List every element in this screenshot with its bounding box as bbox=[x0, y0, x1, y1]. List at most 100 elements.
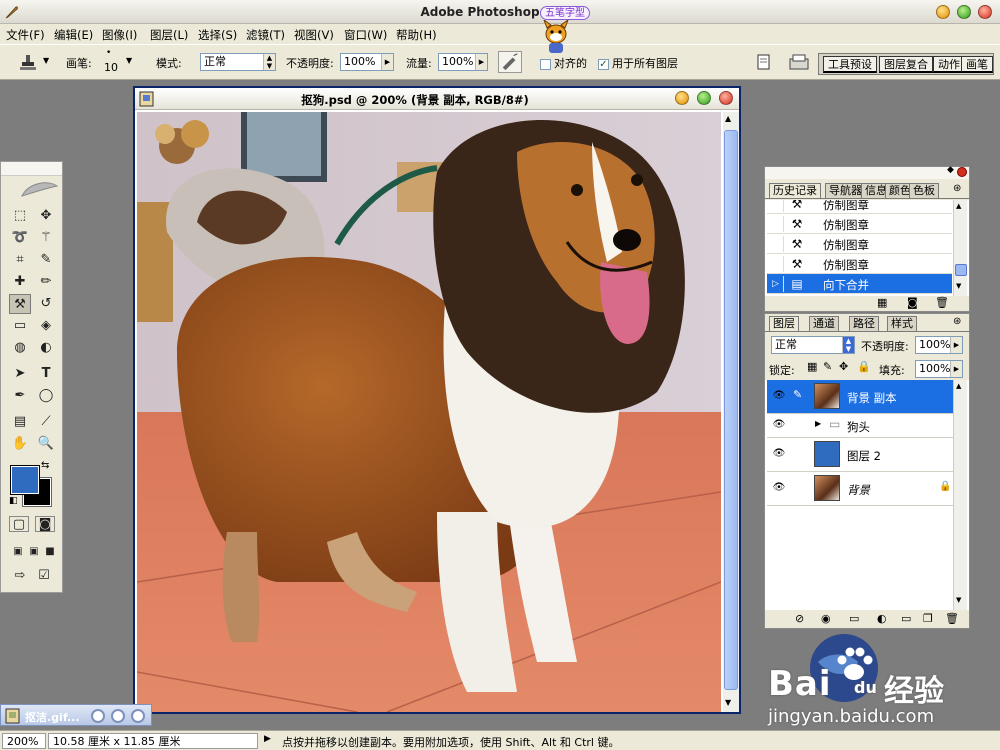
lock-transparency-icon[interactable]: ▦ bbox=[807, 360, 817, 373]
all-layers-checkbox[interactable]: ✓ bbox=[598, 59, 609, 70]
status-menu-arrow-icon[interactable]: ▶ bbox=[264, 734, 271, 744]
minidoc-close-button[interactable] bbox=[131, 709, 145, 723]
clone-stamp-icon[interactable] bbox=[18, 53, 38, 73]
new-group-icon[interactable]: ▭ bbox=[901, 612, 911, 625]
lock-image-icon[interactable]: ✎ bbox=[823, 360, 832, 373]
menu-filter[interactable]: 滤镜(T) bbox=[246, 27, 285, 43]
eye-icon[interactable]: 👁 bbox=[771, 482, 787, 493]
history-item-selected[interactable]: ▷ ▤ 向下合并 bbox=[767, 274, 952, 294]
notes-tool-icon[interactable]: ▤ bbox=[9, 412, 31, 432]
clone-stamp-tool-icon[interactable]: ⚒ bbox=[9, 294, 31, 314]
hand-tool-icon[interactable]: ✋ bbox=[9, 434, 31, 454]
well-tab-brushes[interactable]: 画笔 bbox=[961, 56, 993, 73]
canvas-image[interactable] bbox=[137, 112, 721, 712]
ime-badge[interactable]: 五笔字型 bbox=[540, 6, 590, 20]
toolbox-header[interactable] bbox=[1, 162, 62, 176]
menu-help[interactable]: 帮助(H) bbox=[396, 27, 437, 43]
layers-scroll-up-icon[interactable]: ▲ bbox=[956, 382, 961, 390]
minidoc-minimize-button[interactable] bbox=[91, 709, 105, 723]
history-snapshot-box[interactable] bbox=[768, 216, 784, 232]
delete-state-icon[interactable]: 🗑 bbox=[935, 296, 949, 309]
fill-field[interactable]: 100% ▶ bbox=[915, 360, 963, 378]
layer-row[interactable]: 👁 背景 🔒 bbox=[767, 472, 953, 506]
new-document-from-state-icon[interactable]: ▦ bbox=[877, 296, 887, 309]
standard-mode-icon[interactable]: ▢ bbox=[9, 516, 29, 532]
opacity-arrow-icon[interactable]: ▶ bbox=[381, 54, 393, 70]
history-close-icon[interactable] bbox=[957, 167, 967, 177]
add-layer-style-icon[interactable]: ◉ bbox=[821, 612, 831, 625]
history-scrollbar[interactable]: ▲ ▼ bbox=[953, 200, 967, 296]
history-snapshot-box[interactable] bbox=[768, 200, 784, 212]
eye-icon[interactable]: 👁 bbox=[771, 390, 787, 401]
doc-close-button[interactable] bbox=[719, 91, 733, 105]
doc-maximize-button[interactable] bbox=[697, 91, 711, 105]
type-tool-icon[interactable]: T bbox=[35, 364, 57, 384]
menu-view[interactable]: 视图(V) bbox=[294, 27, 334, 43]
scroll-thumb[interactable] bbox=[724, 130, 738, 690]
add-mask-icon[interactable]: ▭ bbox=[849, 612, 859, 625]
layer-name[interactable]: 背景 副本 bbox=[847, 390, 897, 406]
tab-styles[interactable]: 样式 bbox=[887, 316, 917, 331]
layers-scroll-down-icon[interactable]: ▼ bbox=[956, 596, 961, 604]
menu-select[interactable]: 选择(S) bbox=[198, 27, 237, 43]
maximize-button[interactable] bbox=[957, 5, 971, 19]
imageready-check-icon[interactable]: ☑ bbox=[33, 566, 55, 586]
layer-opacity-arrow-icon[interactable]: ▶ bbox=[950, 337, 962, 353]
tab-history[interactable]: 历史记录 bbox=[769, 183, 821, 198]
lock-all-icon[interactable]: 🔒 bbox=[857, 360, 871, 373]
close-button[interactable] bbox=[978, 5, 992, 19]
history-scroll-down-icon[interactable]: ▼ bbox=[956, 282, 961, 290]
tool-preset-arrow-icon[interactable]: ▼ bbox=[43, 56, 49, 65]
slice-tool-icon[interactable]: ✎ bbox=[35, 250, 57, 270]
history-item[interactable]: ⚒ 仿制图章 bbox=[767, 214, 952, 234]
blur-tool-icon[interactable]: ◍ bbox=[9, 338, 31, 358]
eye-icon[interactable]: 👁 bbox=[771, 419, 787, 430]
menu-layer[interactable]: 图层(L) bbox=[150, 27, 188, 43]
zoom-level[interactable]: 200% bbox=[2, 733, 46, 749]
scroll-down-icon[interactable]: ▼ bbox=[725, 698, 731, 707]
zoom-tool-icon[interactable]: 🔍 bbox=[35, 434, 57, 454]
brush-picker-arrow-icon[interactable]: ▼ bbox=[126, 56, 132, 65]
layer-name[interactable]: 背景 bbox=[847, 482, 870, 498]
history-item[interactable]: ⚒ 仿制图章 bbox=[767, 254, 952, 274]
document-title-bar[interactable]: 抠狗.psd @ 200% (背景 副本, RGB/8#) bbox=[135, 88, 739, 110]
layer-name[interactable]: 图层 2 bbox=[847, 448, 881, 464]
menu-window[interactable]: 窗口(W) bbox=[344, 27, 387, 43]
history-panel-header[interactable]: ◆ bbox=[765, 165, 969, 179]
history-snapshot-box[interactable] bbox=[768, 256, 784, 272]
link-layers-icon[interactable]: ⊘ bbox=[795, 612, 804, 625]
flow-field[interactable]: 100% ▶ bbox=[438, 53, 488, 71]
swap-colors-icon[interactable]: ⇆ bbox=[41, 460, 49, 471]
minimize-button[interactable] bbox=[936, 5, 950, 19]
shape-tool-icon[interactable]: ◯ bbox=[35, 386, 57, 406]
layers-menu-icon[interactable]: ⊛ bbox=[953, 316, 961, 327]
layer-name[interactable]: 狗头 bbox=[847, 419, 870, 435]
screen-mode-full-icon[interactable]: ■ bbox=[39, 542, 61, 562]
layers-scrollbar[interactable]: ▲ ▼ bbox=[953, 380, 967, 610]
dodge-tool-icon[interactable]: ◐ bbox=[35, 338, 57, 358]
history-scroll-up-icon[interactable]: ▲ bbox=[956, 202, 961, 210]
tab-channels[interactable]: 通道 bbox=[809, 316, 839, 331]
history-scroll-thumb[interactable] bbox=[955, 264, 967, 276]
move-tool-icon[interactable]: ✥ bbox=[35, 206, 57, 226]
document-icon[interactable] bbox=[756, 54, 772, 70]
well-tab-tool-presets[interactable]: 工具预设 bbox=[823, 56, 877, 73]
document-vertical-scrollbar[interactable]: ▲ ▼ bbox=[723, 112, 739, 712]
menu-image[interactable]: 图像(I) bbox=[102, 27, 137, 43]
tab-navigator[interactable]: 导航器 bbox=[825, 183, 866, 198]
healing-brush-icon[interactable]: ✚ bbox=[9, 272, 31, 292]
brush-tool-icon[interactable]: ✏ bbox=[35, 272, 57, 292]
paint-bucket-icon[interactable]: ◈ bbox=[35, 316, 57, 336]
delete-layer-icon[interactable]: 🗑 bbox=[945, 612, 959, 625]
tab-layers[interactable]: 图层 bbox=[769, 316, 799, 331]
menu-file[interactable]: 文件(F) bbox=[6, 27, 45, 43]
layer-row[interactable]: 👁 ▶ ▭ 狗头 bbox=[767, 414, 953, 438]
expand-group-icon[interactable]: ▶ bbox=[815, 419, 821, 428]
lasso-tool-icon[interactable]: ➰ bbox=[9, 228, 31, 248]
mode-select[interactable]: 正常 ▲ ▼ bbox=[200, 53, 276, 71]
brush-size[interactable]: 10 bbox=[104, 61, 118, 74]
tab-paths[interactable]: 路径 bbox=[849, 316, 879, 331]
marquee-tool-icon[interactable]: ⬚ bbox=[9, 206, 31, 226]
blend-mode-select[interactable]: 正常 ▲ ▼ bbox=[771, 336, 855, 354]
crop-tool-icon[interactable]: ⌗ bbox=[9, 250, 31, 270]
